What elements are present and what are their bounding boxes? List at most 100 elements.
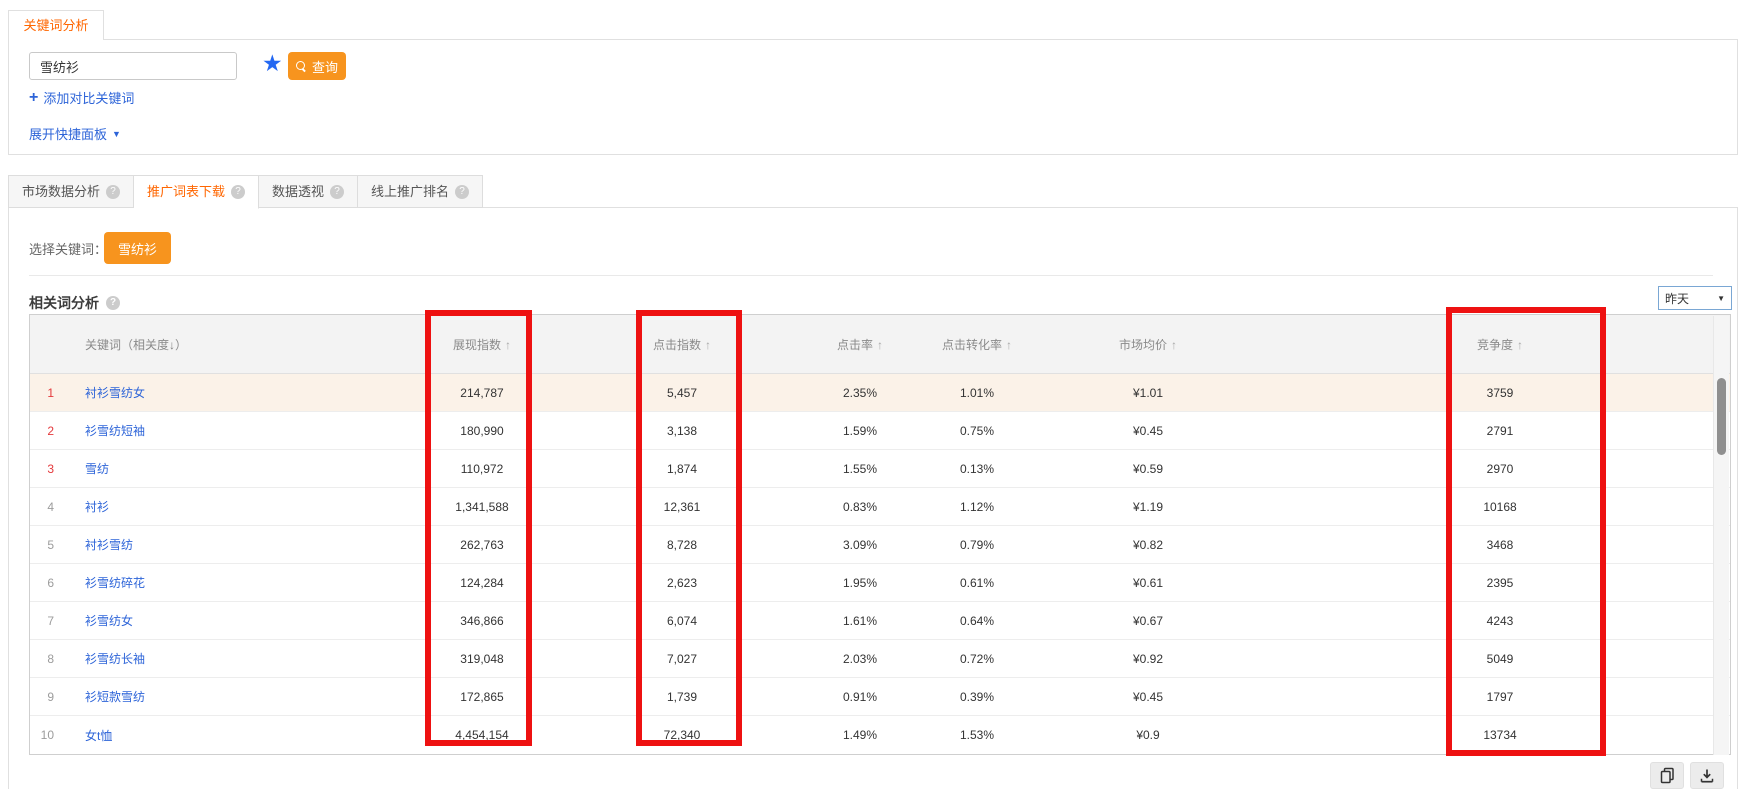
copy-icon bbox=[1659, 767, 1675, 784]
table-row: 9衫短款雪纺172,8651,7390.91%0.39%¥0.451797 bbox=[30, 678, 1730, 716]
row-rank: 1 bbox=[30, 386, 60, 400]
table-scrollbar-thumb[interactable] bbox=[1717, 378, 1726, 455]
row-click: 6,074 bbox=[572, 614, 792, 628]
help-icon[interactable]: ? bbox=[330, 185, 344, 199]
price-column-header[interactable]: 市场均价↑ bbox=[1026, 336, 1270, 353]
help-icon[interactable]: ? bbox=[106, 296, 120, 310]
row-rank: 8 bbox=[30, 652, 60, 666]
table-row: 8衫雪纺长袖319,0487,0272.03%0.72%¥0.925049 bbox=[30, 640, 1730, 678]
table-header-row: 关键词（相关度↓） 展现指数↑ 点击指数↑ 点击率↑ 点击转化率↑ 市场均价↑ … bbox=[30, 315, 1730, 374]
row-cvr: 0.61% bbox=[928, 576, 1026, 590]
keyword-link[interactable]: 衫雪纺碎花 bbox=[85, 576, 145, 590]
row-click: 3,138 bbox=[572, 424, 792, 438]
expand-panel-label: 展开快捷面板 bbox=[29, 124, 107, 143]
keyword-search-input[interactable] bbox=[29, 52, 237, 80]
row-ctr: 2.03% bbox=[792, 652, 928, 666]
keyword-link[interactable]: 衫雪纺女 bbox=[85, 614, 133, 628]
table-scrollbar-track[interactable] bbox=[1713, 316, 1729, 755]
sort-asc-icon: ↑ bbox=[1517, 338, 1523, 352]
copy-table-button[interactable] bbox=[1650, 762, 1684, 789]
query-button[interactable]: 查询 bbox=[288, 52, 346, 80]
row-rank: 9 bbox=[30, 690, 60, 704]
related-words-table: 关键词（相关度↓） 展现指数↑ 点击指数↑ 点击率↑ 点击转化率↑ 市场均价↑ … bbox=[29, 314, 1731, 755]
row-cvr: 0.79% bbox=[928, 538, 1026, 552]
row-price: ¥1.01 bbox=[1026, 386, 1270, 400]
tab-data-pivot[interactable]: 数据透视 ? bbox=[259, 175, 358, 208]
row-cvr: 0.72% bbox=[928, 652, 1026, 666]
header-text: 竞争度 bbox=[1477, 338, 1513, 352]
table-row: 4衬衫1,341,58812,3610.83%1.12%¥1.1910168 bbox=[30, 488, 1730, 526]
tab-label: 推广词表下载 bbox=[147, 176, 225, 208]
add-compare-keyword-link[interactable]: + 添加对比关键词 bbox=[29, 88, 134, 107]
help-icon[interactable]: ? bbox=[231, 185, 245, 199]
table-row: 2衫雪纺短袖180,9903,1381.59%0.75%¥0.452791 bbox=[30, 412, 1730, 450]
row-impression: 346,866 bbox=[392, 614, 572, 628]
row-ctr: 1.95% bbox=[792, 576, 928, 590]
impression-column-header[interactable]: 展现指数↑ bbox=[392, 336, 572, 353]
divider bbox=[29, 275, 1713, 276]
chevron-down-icon: ▼ bbox=[112, 129, 121, 139]
sort-asc-icon: ↑ bbox=[1006, 338, 1012, 352]
row-rank: 7 bbox=[30, 614, 60, 628]
keyword-link[interactable]: 雪纺 bbox=[85, 462, 109, 476]
date-range-select[interactable]: 昨天 ▼ bbox=[1658, 286, 1732, 310]
row-impression: 214,787 bbox=[392, 386, 572, 400]
row-cvr: 0.39% bbox=[928, 690, 1026, 704]
row-click: 5,457 bbox=[572, 386, 792, 400]
tab-keyword-analysis[interactable]: 关键词分析 bbox=[8, 10, 104, 40]
table-row: 10女t恤4,454,15472,3401.49%1.53%¥0.913734 bbox=[30, 716, 1730, 754]
search-icon bbox=[296, 61, 307, 72]
row-price: ¥1.19 bbox=[1026, 500, 1270, 514]
expand-quick-panel-link[interactable]: 展开快捷面板 ▼ bbox=[29, 124, 121, 143]
row-price: ¥0.9 bbox=[1026, 728, 1270, 742]
help-icon[interactable]: ? bbox=[455, 185, 469, 199]
selected-keyword-button[interactable]: 雪纺衫 bbox=[104, 232, 171, 264]
tab-label: 市场数据分析 bbox=[22, 176, 100, 208]
row-click: 72,340 bbox=[572, 728, 792, 742]
row-impression: 172,865 bbox=[392, 690, 572, 704]
row-impression: 319,048 bbox=[392, 652, 572, 666]
row-ctr: 1.49% bbox=[792, 728, 928, 742]
download-table-button[interactable] bbox=[1690, 762, 1724, 789]
keyword-link[interactable]: 衬衫 bbox=[85, 500, 109, 514]
ctr-column-header[interactable]: 点击率↑ bbox=[792, 336, 928, 353]
plus-icon: + bbox=[29, 89, 38, 107]
row-competition: 5049 bbox=[1270, 652, 1730, 666]
row-competition: 13734 bbox=[1270, 728, 1730, 742]
row-cvr: 1.53% bbox=[928, 728, 1026, 742]
table-body: 1衬衫雪纺女214,7875,4572.35%1.01%¥1.0137592衫雪… bbox=[30, 374, 1730, 754]
row-price: ¥0.67 bbox=[1026, 614, 1270, 628]
row-ctr: 1.55% bbox=[792, 462, 928, 476]
click-column-header[interactable]: 点击指数↑ bbox=[572, 336, 792, 353]
keyword-link[interactable]: 衬衫雪纺 bbox=[85, 538, 133, 552]
header-text: 展现指数 bbox=[453, 338, 501, 352]
row-rank: 2 bbox=[30, 424, 60, 438]
search-panel: ★ 查询 + 添加对比关键词 展开快捷面板 ▼ bbox=[8, 39, 1738, 155]
tab-online-promo-ranking[interactable]: 线上推广排名 ? bbox=[358, 175, 483, 208]
keyword-link[interactable]: 衬衫雪纺女 bbox=[85, 386, 145, 400]
keyword-link[interactable]: 衫雪纺短袖 bbox=[85, 424, 145, 438]
header-text: 点击转化率 bbox=[942, 338, 1002, 352]
row-ctr: 3.09% bbox=[792, 538, 928, 552]
competition-column-header[interactable]: 竞争度 ↑ bbox=[1270, 336, 1730, 353]
section-title-text: 相关词分析 bbox=[29, 293, 99, 313]
row-rank: 3 bbox=[30, 462, 60, 476]
sort-asc-icon: ↑ bbox=[705, 338, 711, 352]
keyword-link[interactable]: 女t恤 bbox=[85, 729, 112, 743]
tab-market-data-analysis[interactable]: 市场数据分析 ? bbox=[8, 175, 134, 208]
sort-asc-icon: ↑ bbox=[1171, 338, 1177, 352]
row-price: ¥0.92 bbox=[1026, 652, 1270, 666]
row-competition: 4243 bbox=[1270, 614, 1730, 628]
keyword-column-header[interactable]: 关键词（相关度↓） bbox=[60, 336, 392, 353]
row-ctr: 0.91% bbox=[792, 690, 928, 704]
cvr-column-header[interactable]: 点击转化率 ↑ bbox=[928, 336, 1026, 353]
tab-label: 线上推广排名 bbox=[371, 176, 449, 208]
query-button-label: 查询 bbox=[312, 57, 338, 76]
help-icon[interactable]: ? bbox=[106, 185, 120, 199]
tab-promo-wordlist-download[interactable]: 推广词表下载 ? bbox=[134, 175, 259, 209]
sort-asc-icon: ↑ bbox=[877, 338, 883, 352]
download-icon bbox=[1699, 768, 1715, 784]
keyword-link[interactable]: 衫短款雪纺 bbox=[85, 690, 145, 704]
keyword-link[interactable]: 衫雪纺长袖 bbox=[85, 652, 145, 666]
favorite-star-icon[interactable]: ★ bbox=[262, 48, 283, 78]
